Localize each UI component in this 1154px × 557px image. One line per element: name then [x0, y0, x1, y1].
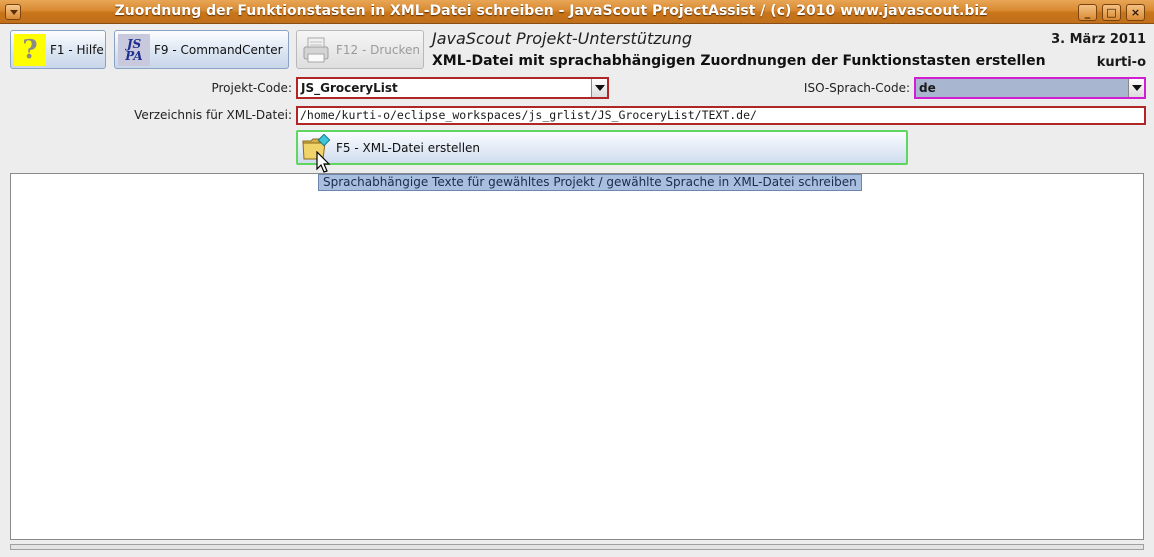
jspa-logo-line1: JS [126, 36, 142, 51]
mouse-pointer-icon [316, 150, 332, 175]
commandcenter-button-label: F9 - CommandCenter [154, 42, 283, 57]
printer-icon [300, 34, 332, 66]
directory-field[interactable]: /home/kurti-o/eclipse_workspaces/js_grli… [296, 106, 1146, 125]
iso-code-select[interactable]: de [914, 77, 1146, 99]
status-bar [10, 544, 1144, 550]
chevron-down-icon[interactable] [591, 79, 607, 97]
print-button-label: F12 - Drucken [336, 42, 421, 57]
print-button[interactable]: F12 - Drucken [296, 30, 424, 69]
window-titlebar[interactable]: Zuordnung der Funktionstasten in XML-Dat… [0, 0, 1154, 24]
minimize-button[interactable]: _ [1078, 4, 1097, 21]
output-text-area[interactable] [10, 173, 1144, 540]
header-date: 3. März 2011 [1051, 32, 1146, 47]
iso-code-value: de [919, 81, 936, 95]
help-button-label: F1 - Hilfe [50, 42, 104, 57]
help-icon: ? [14, 33, 46, 66]
iso-code-label: ISO-Sprach-Code: [803, 81, 910, 95]
project-code-value: JS_GroceryList [301, 81, 398, 95]
window-title: Zuordnung der Funktionstasten in XML-Dat… [114, 3, 988, 19]
chevron-down-icon[interactable] [1128, 79, 1144, 97]
commandcenter-button[interactable]: JS PA F9 - CommandCenter [114, 30, 289, 69]
window-menu-button[interactable] [5, 4, 21, 20]
maximize-button[interactable]: □ [1102, 4, 1121, 21]
create-xml-button[interactable]: F5 - XML-Datei erstellen [296, 130, 908, 165]
page-title: XML-Datei mit sprachabhängigen Zuordnung… [432, 53, 1046, 69]
create-xml-button-label: F5 - XML-Datei erstellen [336, 140, 481, 155]
directory-label: Verzeichnis für XML-Datei: [134, 108, 292, 122]
project-code-select[interactable]: JS_GroceryList [296, 77, 609, 99]
project-code-label: Projekt-Code: [211, 81, 292, 95]
jspa-logo-icon: JS PA [118, 33, 150, 66]
close-button[interactable]: × [1126, 4, 1145, 21]
create-xml-tooltip: Sprachabhängige Texte für gewähltes Proj… [318, 174, 862, 191]
help-button[interactable]: ? F1 - Hilfe [10, 30, 106, 69]
header-subtitle: JavaScout Projekt-Unterstützung [432, 29, 693, 48]
jspa-logo-line2: PA [125, 48, 143, 63]
header-user: kurti-o [1096, 55, 1146, 70]
